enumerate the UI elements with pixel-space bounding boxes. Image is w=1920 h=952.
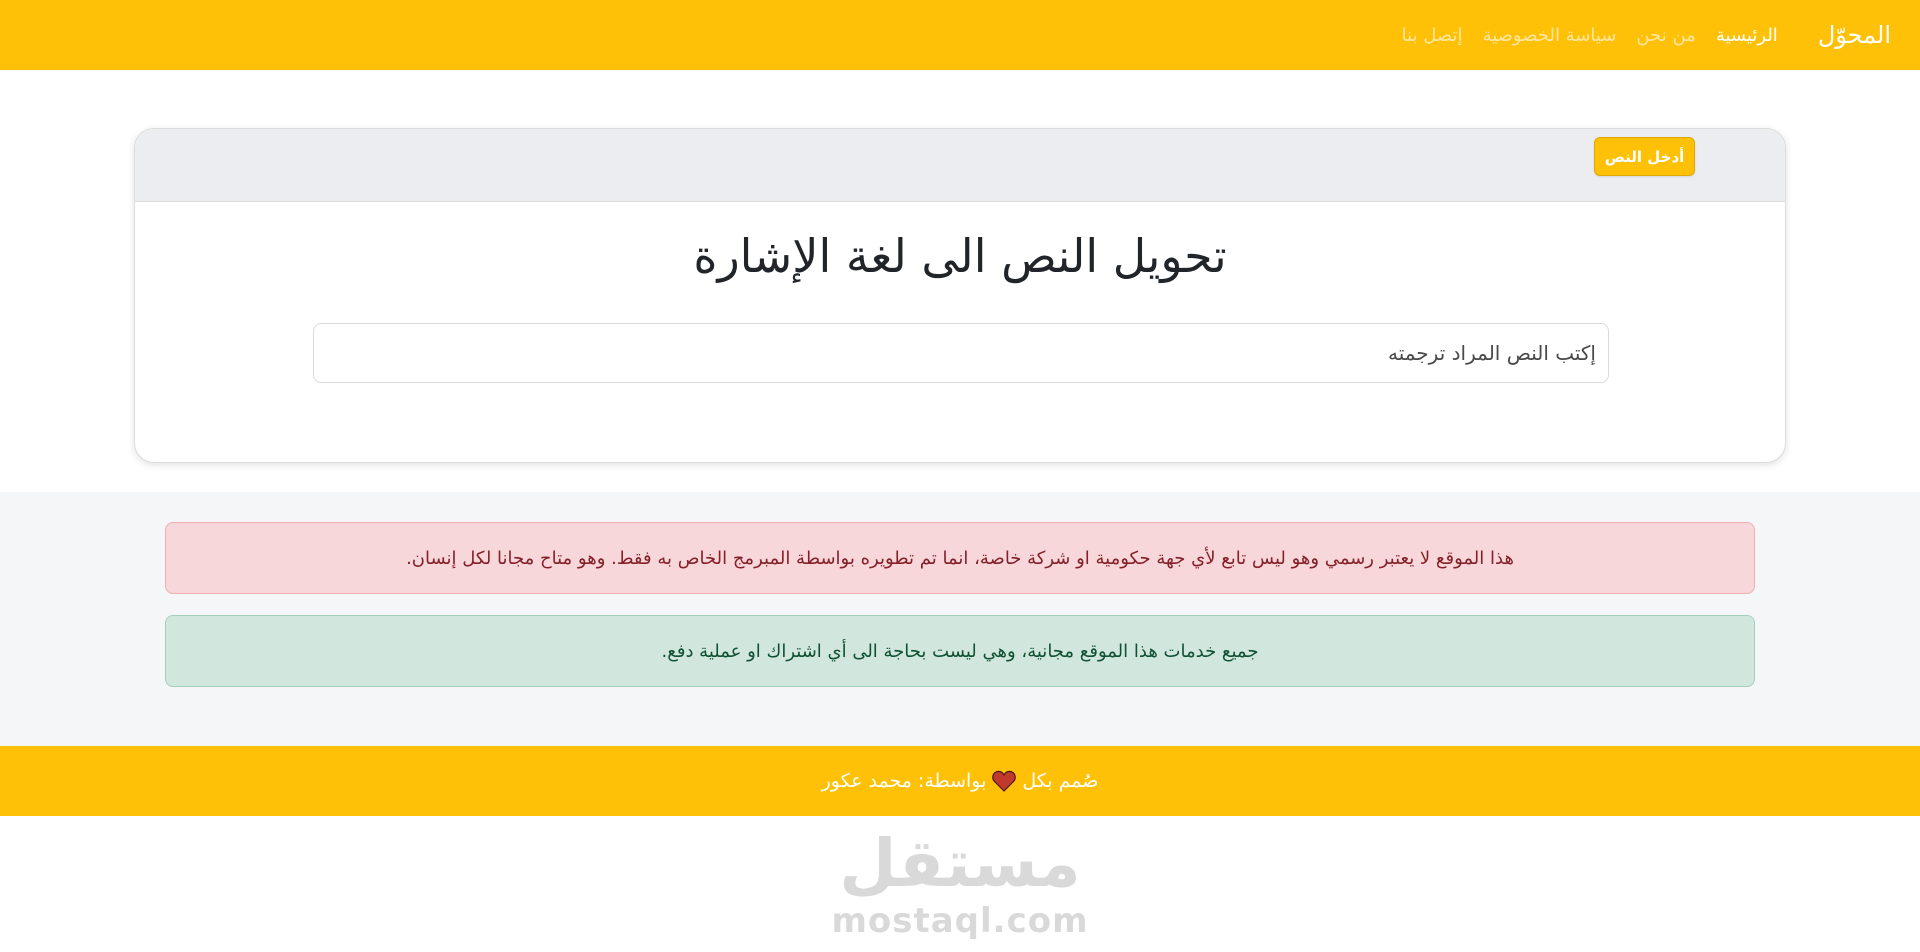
brand-link[interactable]: المحوّل [1818, 21, 1891, 49]
footer-author: بواسطة: محمد عكور [821, 770, 987, 792]
nav-links: الرئيسية من نحن سياسة الخصوصية إتصل بنا [1392, 25, 1788, 46]
text-input[interactable] [313, 323, 1609, 383]
nav-link-contact[interactable]: إتصل بنا [1392, 25, 1473, 46]
page-title: تحويل النص الى لغة الإشارة [693, 229, 1227, 283]
card-header: أدخل النص [135, 129, 1785, 202]
nav-link-home[interactable]: الرئيسية [1706, 25, 1788, 46]
enter-text-button[interactable]: أدخل النص [1594, 137, 1695, 176]
navbar: المحوّل الرئيسية من نحن سياسة الخصوصية إ… [0, 0, 1920, 70]
footer-prefix: صُمم بكل [1022, 770, 1099, 792]
converter-card: أدخل النص تحويل النص الى لغة الإشارة [134, 128, 1786, 463]
watermark-arabic: مستقل [839, 825, 1081, 902]
nav-link-privacy[interactable]: سياسة الخصوصية [1473, 25, 1627, 46]
free-service-alert: جميع خدمات هذا الموقع مجانية، وهي ليست ب… [165, 615, 1755, 687]
notices-section: هذا الموقع لا يعتبر رسمي وهو ليس تابع لأ… [0, 492, 1920, 746]
heart-icon [992, 770, 1017, 792]
watermark-latin: mostaql.com [831, 901, 1089, 941]
mostaql-watermark: مستقل mostaql.com [0, 822, 1920, 942]
footer: صُمم بكل بواسطة: محمد عكور [0, 746, 1920, 816]
nav-link-about[interactable]: من نحن [1626, 25, 1705, 46]
disclaimer-alert: هذا الموقع لا يعتبر رسمي وهو ليس تابع لأ… [165, 522, 1755, 594]
